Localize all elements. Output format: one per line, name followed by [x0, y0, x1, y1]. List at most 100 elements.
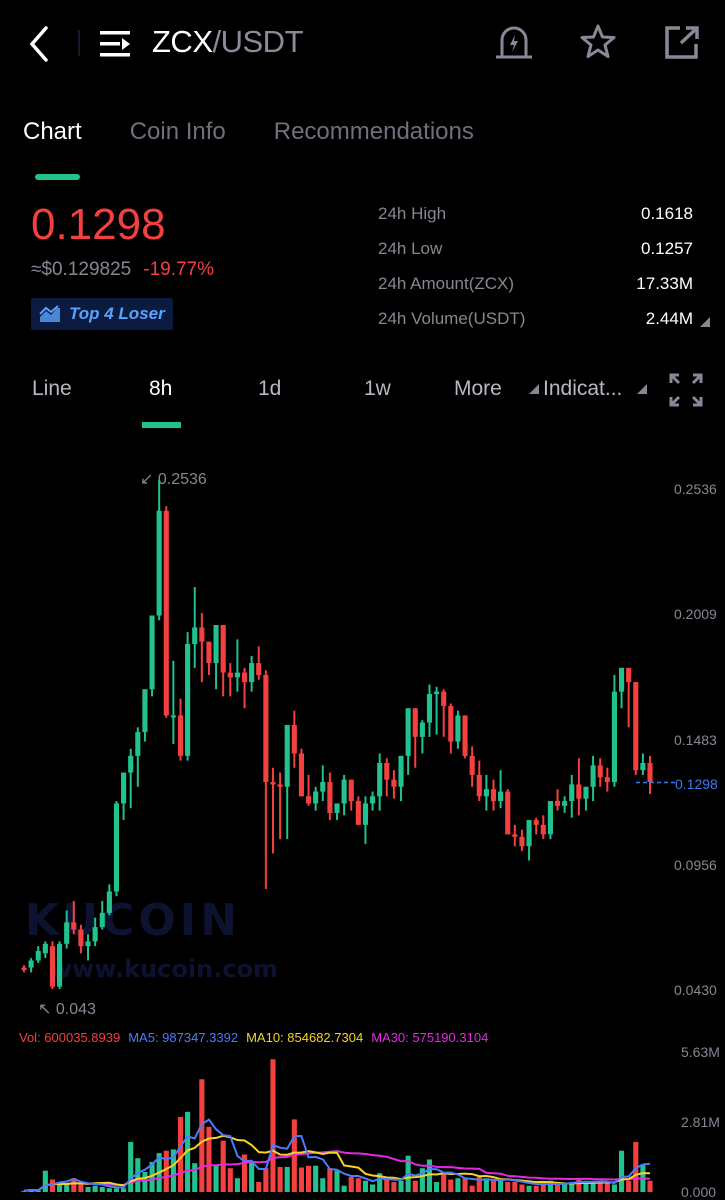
- candle-body: [220, 625, 226, 673]
- interval-1d[interactable]: 1d: [258, 377, 281, 401]
- tab-coin-info[interactable]: Coin Info: [130, 118, 226, 146]
- volume-legend: Vol: 600035.8939 MA5: 987347.3392 MA10: …: [19, 1030, 488, 1045]
- fullscreen-icon: [669, 373, 703, 407]
- volume-bar: [277, 1166, 283, 1192]
- volume-bar: [604, 1183, 610, 1192]
- interval-1w[interactable]: 1w: [364, 377, 391, 401]
- candle-body: [540, 824, 546, 835]
- candle-body: [519, 836, 525, 847]
- volume-bar: [498, 1180, 504, 1192]
- volume-bar: [590, 1183, 596, 1192]
- volume-bar: [391, 1181, 397, 1192]
- volume-bar: [412, 1180, 418, 1192]
- candle-body: [469, 755, 475, 775]
- base-currency: ZCX: [152, 24, 213, 59]
- candle-body: [206, 641, 212, 664]
- stat-24h-high: 24h High 0.1618: [378, 204, 693, 239]
- stat-value: 17.33M: [636, 274, 693, 293]
- volume-bar: [370, 1184, 376, 1192]
- stat-label: 24h Low: [378, 239, 443, 258]
- pair-title[interactable]: ZCX/USDT: [152, 24, 303, 60]
- interval-more[interactable]: More: [454, 377, 502, 401]
- candle-body: [35, 950, 41, 961]
- candle-body: [113, 803, 120, 892]
- min-price-marker: ↖ 0.043: [38, 1001, 96, 1018]
- candle-body: [28, 960, 34, 968]
- volume-bar: [298, 1167, 304, 1192]
- volume-bar: [177, 1116, 184, 1192]
- candle-body: [85, 941, 91, 947]
- volume-bar: [455, 1178, 461, 1192]
- candle-body: [298, 753, 304, 797]
- candle-body: [227, 672, 233, 678]
- candle-body: [505, 791, 511, 835]
- volume-bar: [554, 1184, 561, 1192]
- candle-body: [199, 627, 205, 642]
- interval-8h[interactable]: 8h: [149, 377, 172, 401]
- candle-body: [170, 715, 176, 718]
- volume-bar: [49, 1179, 56, 1192]
- candle-body: [476, 774, 482, 797]
- price-tick: 0.0430: [674, 982, 717, 998]
- volume-toggle-icon[interactable]: [700, 317, 710, 327]
- candle-body: [526, 820, 532, 847]
- candle-body: [320, 782, 326, 792]
- candle-body: [569, 784, 575, 802]
- volume-bar: [64, 1184, 70, 1192]
- indicators-dropdown-icon: [637, 384, 647, 394]
- candle-body: [604, 777, 610, 783]
- candle-body: [256, 663, 262, 675]
- price-alert-button[interactable]: [494, 22, 534, 62]
- candle-body: [241, 672, 248, 683]
- candle-body: [576, 784, 582, 799]
- divider: [78, 30, 80, 56]
- stats-panel: 24h High 0.1618 24h Low 0.1257 24h Amount(…: [378, 204, 693, 344]
- candle-body: [234, 672, 240, 678]
- stat-label: 24h Amount(ZCX): [378, 274, 515, 293]
- last-price: 0.1298: [31, 200, 166, 249]
- volume-bar: [626, 1180, 632, 1192]
- stat-24h-amount: 24h Amount(ZCX) 17.33M: [378, 274, 693, 309]
- volume-bar: [42, 1170, 48, 1192]
- candle-body: [270, 782, 276, 785]
- top-loser-badge[interactable]: Top 4 Loser: [31, 298, 173, 330]
- candle-body: [412, 708, 418, 737]
- volume-bar: [597, 1183, 603, 1192]
- candle-body: [533, 820, 539, 825]
- star-icon: [580, 24, 616, 58]
- volume-bar: [192, 1163, 198, 1192]
- share-button[interactable]: [664, 24, 704, 64]
- usd-value: ≈$0.129825: [31, 259, 132, 280]
- back-arrow-icon: [29, 26, 48, 62]
- stat-label: 24h Volume(USDT): [378, 309, 526, 328]
- volume-bar: [199, 1079, 205, 1192]
- candle-body: [64, 922, 70, 944]
- price-tick: 0.0956: [674, 857, 717, 873]
- candle-body: [398, 755, 404, 787]
- trend-chart-icon: [39, 305, 60, 322]
- candle-body: [618, 667, 625, 692]
- indicators-button[interactable]: Indicat...: [543, 377, 622, 401]
- candle-body: [405, 708, 411, 756]
- favorite-button[interactable]: [578, 22, 618, 62]
- candle-body: [348, 779, 354, 802]
- candle-body: [583, 786, 589, 799]
- candle-body: [135, 732, 141, 756]
- stat-24h-volume[interactable]: 24h Volume(USDT) 2.44M: [378, 309, 693, 344]
- tab-recommendations[interactable]: Recommendations: [274, 118, 474, 146]
- volume-bar: [398, 1180, 404, 1192]
- candle-body: [185, 644, 191, 756]
- interval-line[interactable]: Line: [32, 377, 72, 401]
- candle-body: [419, 722, 425, 737]
- main-tabs: Chart Coin Info Recommendations: [23, 118, 474, 146]
- back-button[interactable]: [26, 24, 56, 64]
- volume-bar: [256, 1181, 262, 1192]
- candle-body: [177, 715, 184, 756]
- badge-label: Top 4 Loser: [69, 304, 165, 323]
- pair-menu-button[interactable]: [100, 29, 136, 59]
- tab-chart[interactable]: Chart: [23, 118, 82, 146]
- candlestick-chart[interactable]: [0, 440, 725, 1200]
- fullscreen-button[interactable]: [668, 372, 704, 408]
- candle-body: [490, 789, 497, 802]
- price-tick: 0.2536: [674, 481, 717, 497]
